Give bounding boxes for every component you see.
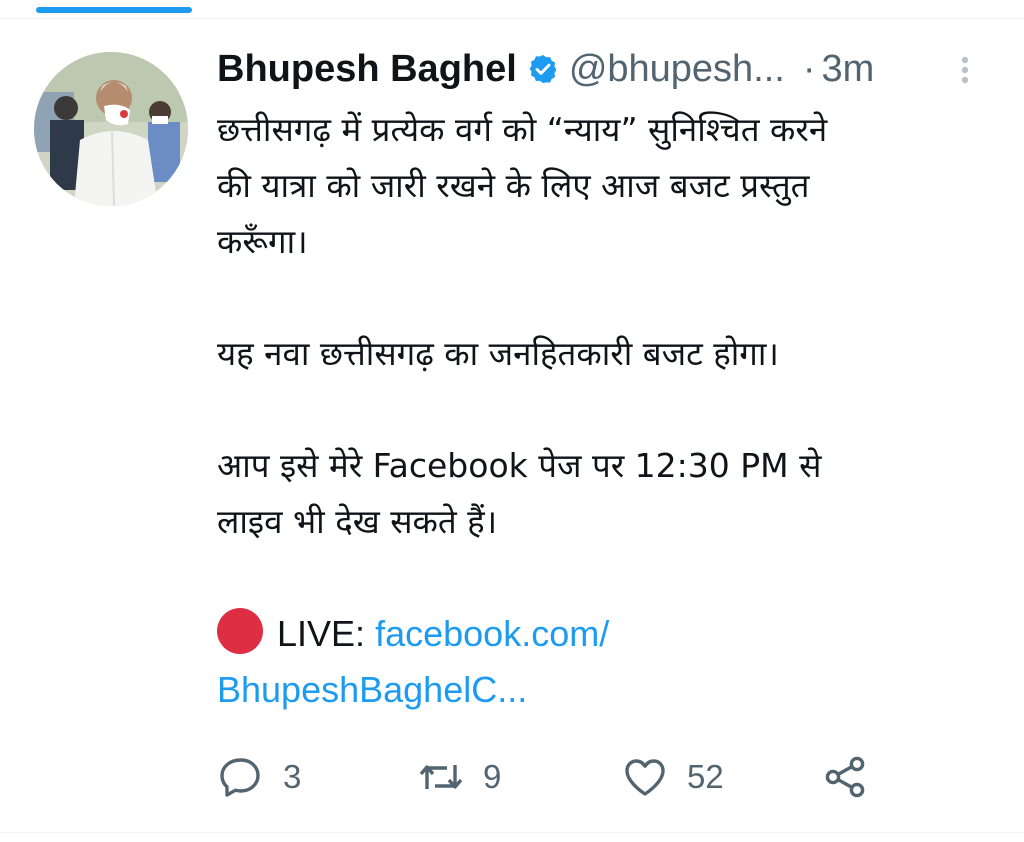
share-button[interactable] — [821, 752, 869, 802]
reply-icon — [220, 758, 260, 797]
tweet-actions: 3 9 52 — [217, 752, 917, 802]
tweet-text-line: छत्तीसगढ़ में प्रत्येक वर्ग को “न्याय” स… — [217, 110, 828, 149]
red-circle-icon — [217, 608, 263, 654]
reply-count: 3 — [283, 758, 302, 795]
tweet-header: Bhupesh Baghel @bhupesh... · 3m — [217, 42, 997, 96]
like-button[interactable]: 52 — [621, 752, 724, 802]
tweet-timestamp[interactable]: 3m — [822, 48, 875, 91]
live-link-block: LIVE: facebook.com/ BhupeshBaghelC... — [217, 606, 997, 718]
more-vertical-icon[interactable] — [953, 52, 977, 88]
tweet-text-line: यह नवा छत्तीसगढ़ का जनहितकारी बजट होगा। — [217, 334, 779, 373]
divider — [0, 832, 1024, 833]
avatar-photo — [34, 52, 188, 206]
share-icon — [825, 756, 865, 798]
tweet-text-line: की यात्रा को जारी रखने के लिए आज बजट प्र… — [217, 166, 810, 205]
top-tab-bar — [0, 0, 1024, 19]
tweet-text-line: करूँगा। — [217, 222, 308, 261]
retweet-count: 9 — [483, 758, 502, 795]
avatar[interactable] — [34, 52, 188, 206]
heart-icon — [625, 759, 665, 796]
active-tab-indicator — [36, 7, 192, 13]
tweet[interactable]: Bhupesh Baghel @bhupesh... · 3m छत्तीसगढ… — [217, 42, 997, 718]
live-label: LIVE: — [277, 613, 366, 654]
verified-badge-icon — [529, 55, 557, 83]
tweet-text-line: लाइव भी देख सकते हैं। — [217, 502, 498, 541]
reply-button[interactable]: 3 — [217, 752, 301, 802]
tweet-text-paragraph-1: छत्तीसगढ़ में प्रत्येक वर्ग को “न्याय” स… — [217, 102, 997, 270]
separator-dot: · — [802, 47, 816, 90]
retweet-button[interactable]: 9 — [417, 752, 501, 802]
retweet-icon — [419, 765, 463, 789]
facebook-link[interactable]: facebook.com/ — [375, 613, 609, 654]
tweet-text-paragraph-3: आप इसे मेरे Facebook पेज पर 12:30 PM से … — [217, 438, 997, 550]
tweet-text-paragraph-2: यह नवा छत्तीसगढ़ का जनहितकारी बजट होगा। — [217, 326, 997, 382]
facebook-link-continuation[interactable]: BhupeshBaghelC... — [217, 669, 527, 710]
display-name[interactable]: Bhupesh Baghel — [217, 48, 517, 91]
like-count: 52 — [687, 758, 724, 795]
user-handle[interactable]: @bhupesh... — [569, 48, 785, 91]
tweet-text-line: आप इसे मेरे Facebook पेज पर 12:30 PM से — [217, 446, 822, 485]
